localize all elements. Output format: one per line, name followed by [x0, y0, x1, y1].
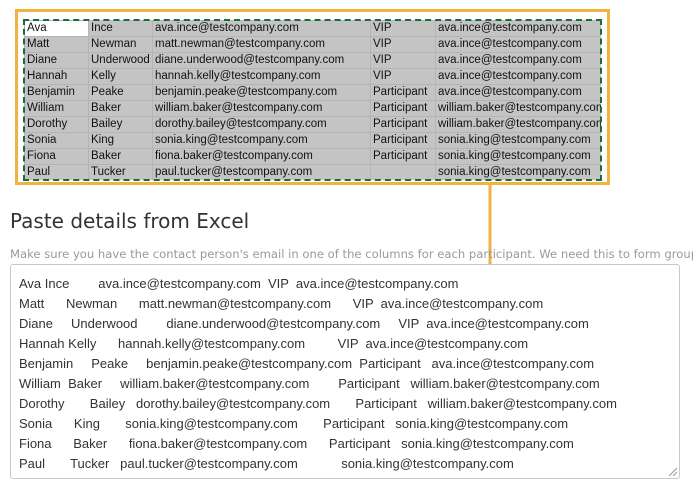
excel-cell[interactable]: ava.ince@testcompany.com [152, 20, 371, 37]
excel-cell[interactable]: william.baker@testcompany.com [152, 100, 371, 117]
excel-cell[interactable]: Newman [88, 36, 153, 53]
excel-cell[interactable]: VIP [370, 36, 436, 53]
excel-cell[interactable]: matt.newman@testcompany.com [152, 36, 371, 53]
paste-line: Fiona Baker fiona.baker@testcompany.com … [19, 436, 574, 451]
excel-cell[interactable]: Sonia [24, 132, 89, 149]
excel-cell[interactable]: Underwood [88, 52, 153, 69]
paste-line: Ava Ince ava.ince@testcompany.com VIP av… [19, 276, 459, 291]
paste-textarea-content: Ava Ince ava.ince@testcompany.com VIP av… [19, 274, 617, 474]
excel-cell[interactable]: william.baker@testcompany.com [435, 116, 601, 133]
paste-line: Benjamin Peake benjamin.peake@testcompan… [19, 356, 595, 371]
excel-cell[interactable]: King [88, 132, 153, 149]
paste-line: Paul Tucker paul.tucker@testcompany.com … [19, 456, 514, 471]
excel-cell[interactable]: Paul [24, 164, 89, 180]
excel-row: Dorothy Bailey dorothy.bailey@testcompany.… [24, 116, 601, 133]
excel-cell[interactable]: ava.ince@testcompany.com [435, 68, 601, 85]
excel-cell[interactable]: Peake [88, 84, 153, 101]
paste-line: Hannah Kelly hannah.kelly@testcompany.co… [19, 336, 529, 351]
excel-cell[interactable]: Participant [370, 116, 436, 133]
paste-line: William Baker william.baker@testcompany.… [19, 376, 600, 391]
excel-row: Fiona Baker fiona.baker@testcompany.com Par… [24, 148, 601, 165]
paste-line: Matt Newman matt.newman@testcompany.com … [19, 296, 544, 311]
excel-table: Ava Ince ava.ince@testcompany.com VIP ava.in… [24, 20, 601, 180]
excel-cell[interactable]: William [24, 100, 89, 117]
excel-cell[interactable]: Tucker [88, 164, 153, 180]
excel-cell[interactable]: Diane [24, 52, 89, 69]
excel-cell[interactable]: Hannah [24, 68, 89, 85]
excel-cell[interactable]: fiona.baker@testcompany.com [152, 148, 371, 165]
excel-cell[interactable]: Baker [88, 148, 153, 165]
excel-row: Benjamin Peake benjamin.peake@testcompany.… [24, 84, 601, 101]
excel-cell[interactable]: ava.ince@testcompany.com [435, 84, 601, 101]
paste-line: Diane Underwood diane.underwood@testcomp… [19, 316, 589, 331]
excel-cell[interactable]: sonia.king@testcompany.com [435, 132, 601, 149]
excel-cell[interactable]: william.baker@testcompany.com [435, 100, 601, 117]
paste-textarea[interactable]: Ava Ince ava.ince@testcompany.com VIP av… [10, 264, 680, 479]
excel-cell[interactable]: ava.ince@testcompany.com [435, 20, 601, 37]
excel-cell[interactable]: dorothy.bailey@testcompany.com [152, 116, 371, 133]
excel-cell[interactable]: diane.underwood@testcompany.com [152, 52, 371, 69]
excel-cell[interactable]: sonia.king@testcompany.com [152, 132, 371, 149]
excel-cell[interactable]: benjamin.peake@testcompany.com [152, 84, 371, 101]
excel-row: Sonia King sonia.king@testcompany.com Parti… [24, 132, 601, 149]
excel-cell[interactable]: ava.ince@testcompany.com [435, 52, 601, 69]
excel-cell[interactable]: paul.tucker@testcompany.com [152, 164, 371, 180]
excel-cell[interactable]: Benjamin [24, 84, 89, 101]
excel-cell[interactable]: Baker [88, 100, 153, 117]
excel-cell[interactable]: Participant [370, 100, 436, 117]
paste-line: Dorothy Bailey dorothy.bailey@testcompan… [19, 396, 617, 411]
excel-cell[interactable]: Matt [24, 36, 89, 53]
excel-cell[interactable]: Ince [88, 20, 153, 37]
excel-sheet: Ava Ince ava.ince@testcompany.com VIP ava.in… [24, 20, 601, 180]
paste-line: Sonia King sonia.king@testcompany.com Pa… [19, 416, 569, 431]
excel-cell[interactable]: hannah.kelly@testcompany.com [152, 68, 371, 85]
excel-cell[interactable]: Participant [370, 84, 436, 101]
excel-table-body: Ava Ince ava.ince@testcompany.com VIP ava.in… [24, 20, 601, 180]
excel-cell[interactable]: VIP [370, 20, 436, 37]
excel-cell[interactable]: Participant [370, 132, 436, 149]
excel-cell[interactable]: VIP [370, 68, 436, 85]
resize-grip-icon[interactable] [667, 466, 677, 476]
section-hint: Make sure you have the contact person's … [10, 247, 693, 261]
excel-cell[interactable]: Bailey [88, 116, 153, 133]
excel-cell[interactable] [370, 164, 436, 180]
excel-cell[interactable]: Ava [24, 20, 89, 37]
excel-cell[interactable]: sonia.king@testcompany.com [435, 164, 601, 180]
excel-cell[interactable]: VIP [370, 52, 436, 69]
excel-screenshot-frame: Ava Ince ava.ince@testcompany.com VIP ava.in… [15, 9, 610, 185]
excel-row: Ava Ince ava.ince@testcompany.com VIP ava.in… [24, 20, 601, 37]
excel-row: Paul Tucker paul.tucker@testcompany.com son… [24, 164, 601, 180]
excel-row: William Baker william.baker@testcompany.co… [24, 100, 601, 117]
excel-row: Diane Underwood diane.underwood@testcompan… [24, 52, 601, 69]
excel-cell[interactable]: ava.ince@testcompany.com [435, 36, 601, 53]
excel-row: Matt Newman matt.newman@testcompany.com VIP… [24, 36, 601, 53]
excel-row: Hannah Kelly hannah.kelly@testcompany.com V… [24, 68, 601, 85]
excel-cell[interactable]: Participant [370, 148, 436, 165]
excel-cell[interactable]: sonia.king@testcompany.com [435, 148, 601, 165]
excel-cell[interactable]: Fiona [24, 148, 89, 165]
excel-cell[interactable]: Kelly [88, 68, 153, 85]
excel-cell[interactable]: Dorothy [24, 116, 89, 133]
section-title: Paste details from Excel [10, 209, 250, 233]
